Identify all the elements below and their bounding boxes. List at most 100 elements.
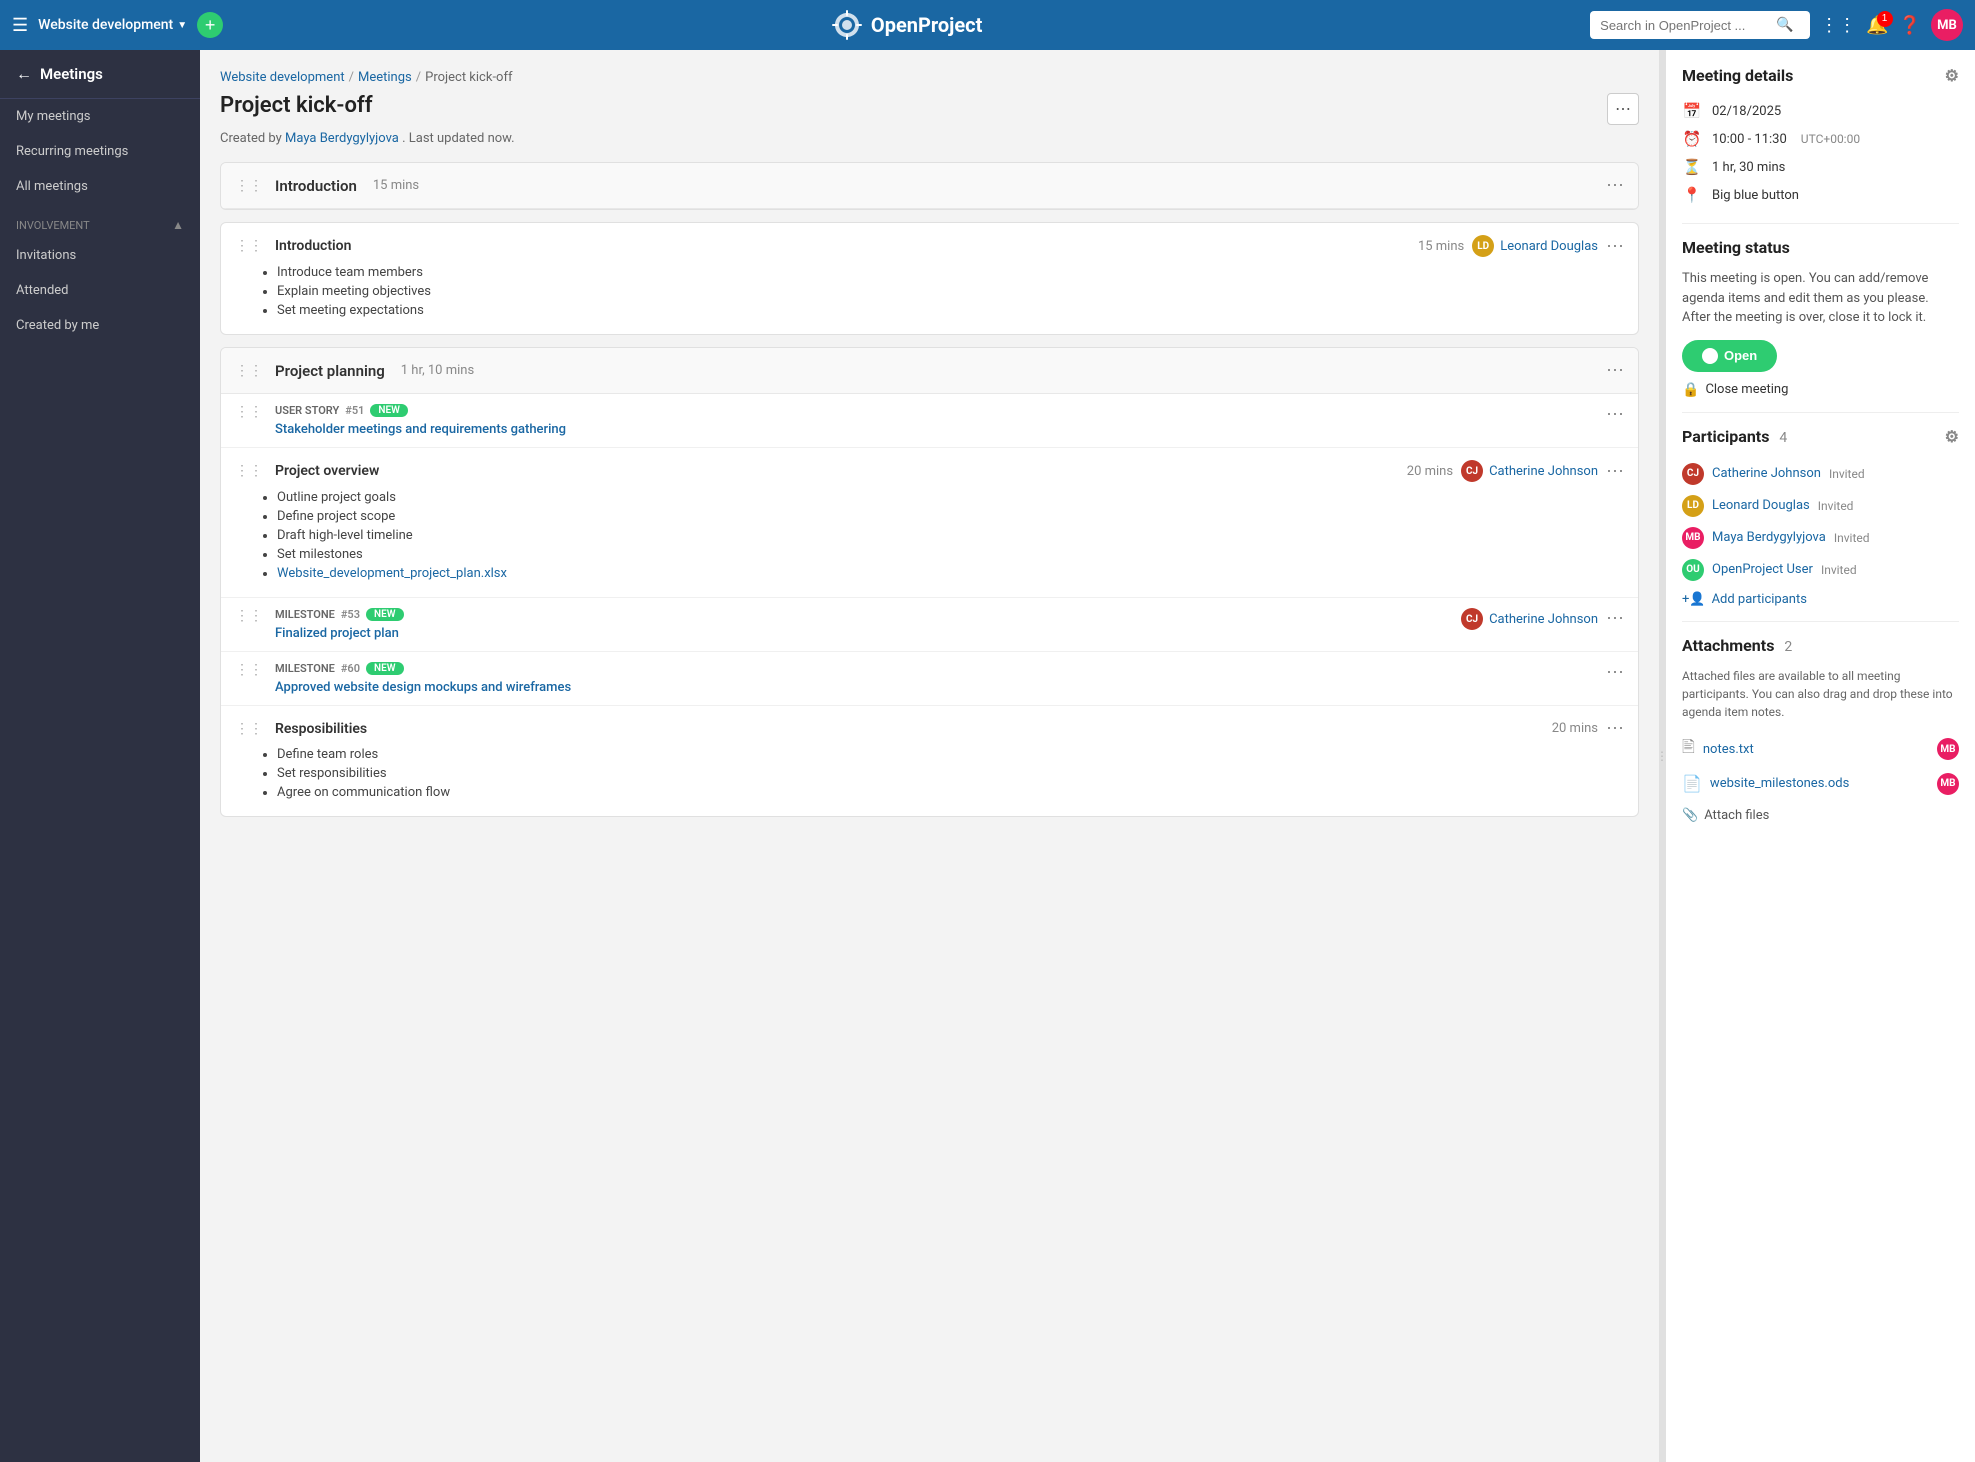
participant-name-cj[interactable]: Catherine Johnson	[1712, 466, 1821, 481]
hamburger-icon[interactable]: ☰	[12, 15, 28, 36]
grid-icon-button[interactable]: ⋮⋮	[1820, 15, 1856, 36]
drag-handle-icon[interactable]: ⋮⋮	[235, 721, 263, 737]
intro-item-more-button[interactable]: ⋯	[1606, 236, 1624, 257]
drag-handle-icon[interactable]: ⋮⋮	[235, 404, 263, 420]
attachment-row-notes: 🖹 notes.txt MB	[1682, 731, 1959, 768]
attachments-section: Attachments 2 Attached files are availab…	[1682, 636, 1959, 823]
notifications-button[interactable]: 🔔 1	[1866, 15, 1888, 36]
intro-bullet-3: Set meeting expectations	[277, 303, 1624, 318]
search-bar[interactable]: 🔍	[1590, 11, 1810, 39]
project-overview-assignee[interactable]: CJ Catherine Johnson	[1461, 460, 1598, 482]
participants-count: 4	[1779, 430, 1787, 446]
participant-name-ou[interactable]: OpenProject User	[1712, 562, 1813, 577]
drag-handle-icon[interactable]: ⋮⋮	[235, 178, 263, 194]
planning-section-title: Project planning	[275, 362, 385, 380]
work-item-title-ms60[interactable]: Approved website design mockups and wire…	[275, 680, 571, 695]
add-participants-label: Add participants	[1712, 592, 1807, 607]
work-item-type-ms53: MILESTONE	[275, 608, 335, 621]
sidebar-item-created-by-me[interactable]: Created by me	[0, 308, 200, 343]
responsibilities-title: Resposibilities	[275, 721, 367, 737]
work-item-title-ms53[interactable]: Finalized project plan	[275, 626, 399, 641]
page-more-button[interactable]: ⋯	[1607, 93, 1639, 125]
user-avatar[interactable]: MB	[1931, 9, 1963, 41]
participant-row-cj: CJ Catherine Johnson Invited	[1682, 458, 1959, 490]
meeting-location: Big blue button	[1712, 188, 1799, 203]
involvement-section-header: INVOLVEMENT ▲	[0, 204, 200, 238]
content-area: Website development / Meetings / Project…	[200, 50, 1659, 1462]
top-nav-center: OpenProject	[233, 9, 1580, 41]
meeting-details-gear-icon[interactable]: ⚙	[1945, 66, 1959, 85]
sidebar-item-my-meetings[interactable]: My meetings	[0, 99, 200, 134]
participant-status-cj: Invited	[1829, 467, 1865, 481]
involvement-collapse-button[interactable]: ▲	[172, 218, 184, 232]
open-meeting-button[interactable]: Open	[1682, 340, 1777, 372]
ms53-assignee[interactable]: CJ Catherine Johnson	[1461, 608, 1598, 630]
project-overview-item: ⋮⋮ Project overview 20 mins CJ Catherine…	[221, 448, 1638, 598]
intro-section-more-button[interactable]: ⋯	[1606, 175, 1624, 196]
mb-participant-avatar: MB	[1682, 527, 1704, 549]
drag-handle-icon[interactable]: ⋮⋮	[235, 463, 263, 479]
search-icon: 🔍	[1776, 17, 1793, 33]
milestones-file-link[interactable]: website_milestones.ods	[1710, 776, 1849, 791]
participants-gear-icon[interactable]: ⚙	[1945, 427, 1959, 446]
intro-section-duration: 15 mins	[373, 178, 419, 193]
meeting-date-row: 📅 02/18/2025	[1682, 97, 1959, 125]
attachments-count: 2	[1784, 639, 1792, 655]
breadcrumb-meetings[interactable]: Meetings	[358, 70, 412, 85]
planning-section-more-button[interactable]: ⋯	[1606, 360, 1624, 381]
sidebar-item-attended[interactable]: Attended	[0, 273, 200, 308]
add-button[interactable]: +	[197, 12, 223, 38]
responsibilities-more-button[interactable]: ⋯	[1606, 718, 1624, 739]
work-item-title-us51[interactable]: Stakeholder meetings and requirements ga…	[275, 422, 566, 437]
work-item-content-ms53: MILESTONE #53 New Finalized project plan	[275, 608, 1453, 641]
leonard-avatar: LD	[1472, 235, 1494, 257]
logo: OpenProject	[831, 9, 982, 41]
overview-link[interactable]: Website_development_project_plan.xlsx	[277, 566, 1624, 581]
intro-assignee-name: Leonard Douglas	[1500, 239, 1598, 254]
close-meeting-link[interactable]: 🔒 Close meeting	[1682, 382, 1959, 398]
drag-handle-icon[interactable]: ⋮⋮	[235, 662, 263, 678]
search-input[interactable]	[1600, 18, 1770, 33]
intro-bullet-2: Explain meeting objectives	[277, 284, 1624, 299]
sidebar-item-recurring-meetings[interactable]: Recurring meetings	[0, 134, 200, 169]
main-layout: Website development / Meetings / Project…	[200, 50, 1975, 1462]
us51-more-button[interactable]: ⋯	[1606, 404, 1624, 425]
work-item-number-us51: #51	[345, 404, 364, 417]
participant-name-mb[interactable]: Maya Berdygylyjova	[1712, 530, 1826, 545]
work-item-label-ms53: MILESTONE #53 New	[275, 608, 1453, 621]
breadcrumb-project[interactable]: Website development	[220, 70, 345, 85]
calendar-icon: 📅	[1682, 102, 1702, 120]
drag-handle-icon[interactable]: ⋮⋮	[235, 363, 263, 379]
responsibilities-item: ⋮⋮ Resposibilities 20 mins ⋯ Define team…	[221, 706, 1638, 816]
drag-handle-icon[interactable]: ⋮⋮	[235, 238, 263, 254]
project-overview-more-button[interactable]: ⋯	[1606, 461, 1624, 482]
milestones-uploader-avatar: MB	[1937, 773, 1959, 795]
sidebar-item-invitations[interactable]: Invitations	[0, 238, 200, 273]
intro-assignee[interactable]: LD Leonard Douglas	[1472, 235, 1598, 257]
meeting-location-row: 📍 Big blue button	[1682, 181, 1959, 209]
project-overview-title: Project overview	[275, 463, 379, 479]
project-overview-meta: 20 mins CJ Catherine Johnson ⋯	[1407, 460, 1624, 482]
intro-item-body: Introduce team members Explain meeting o…	[221, 265, 1638, 334]
work-item-row-milestone-53: ⋮⋮ MILESTONE #53 New Finalized project p…	[221, 598, 1638, 652]
planning-section-duration: 1 hr, 10 mins	[401, 363, 474, 378]
project-name[interactable]: Website development ▼	[38, 17, 187, 33]
sidebar-back-button[interactable]: ← Meetings	[0, 50, 200, 99]
sidebar-item-all-meetings[interactable]: All meetings	[0, 169, 200, 204]
cj-participant-avatar: CJ	[1682, 463, 1704, 485]
ms60-more-button[interactable]: ⋯	[1606, 662, 1624, 683]
notification-badge: 1	[1877, 11, 1893, 27]
intro-item-title: Introduction	[275, 238, 351, 254]
meeting-details-section: Meeting details ⚙ 📅 02/18/2025 ⏰ 10:00 -…	[1682, 66, 1959, 209]
drag-handle-icon[interactable]: ⋮⋮	[235, 608, 263, 624]
overview-bullet-2: Define project scope	[277, 509, 1624, 524]
participant-name-ld[interactable]: Leonard Douglas	[1712, 498, 1810, 513]
project-plan-link[interactable]: Website_development_project_plan.xlsx	[277, 566, 507, 581]
overview-bullet-4: Set milestones	[277, 547, 1624, 562]
ms53-more-button[interactable]: ⋯	[1606, 608, 1624, 629]
add-participants-button[interactable]: +👤 Add participants	[1682, 592, 1959, 607]
author-link[interactable]: Maya Berdygylyjova	[285, 131, 399, 146]
help-button[interactable]: ❓	[1899, 15, 1921, 36]
attach-files-button[interactable]: 📎 Attach files	[1682, 808, 1959, 823]
notes-file-link[interactable]: notes.txt	[1703, 742, 1754, 757]
